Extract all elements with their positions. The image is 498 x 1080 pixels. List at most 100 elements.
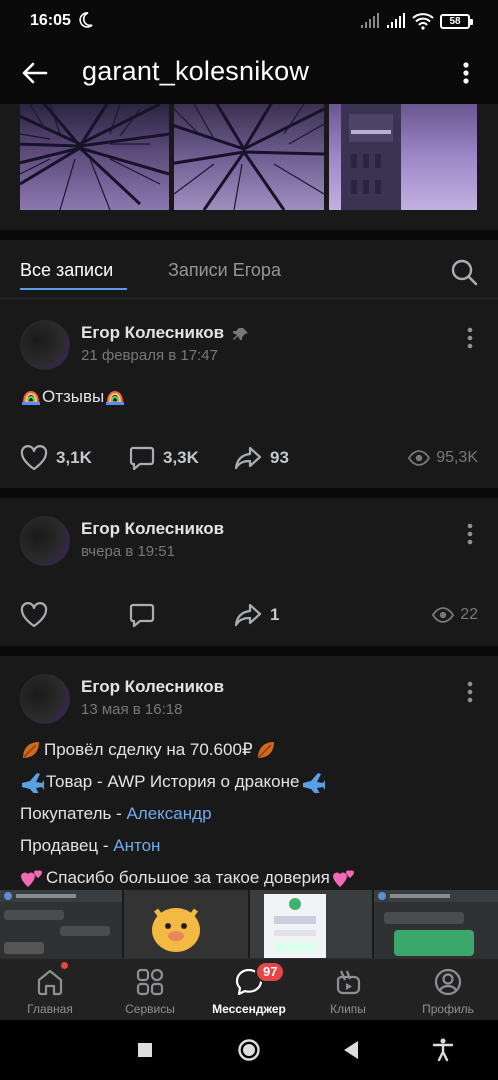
system-navigation-bar <box>0 1020 498 1080</box>
post-author[interactable]: Егор Колесников <box>81 519 224 539</box>
app-bar: garant_kolesnikow <box>0 42 498 104</box>
text-line: Продавец - Антон <box>20 830 356 862</box>
post-author[interactable]: Егор Колесников <box>81 677 224 697</box>
product-line: Товар - AWP История о драконе <box>46 772 300 791</box>
home-circle-icon[interactable] <box>237 1038 261 1062</box>
text-line: Покупатель - Александр <box>20 798 356 830</box>
nav-messenger-label: Мессенджер <box>212 1002 286 1016</box>
signal-icon <box>361 13 379 28</box>
comments-count: 3,3K <box>163 448 199 467</box>
leaf-emoji-icon <box>23 742 39 758</box>
eye-icon <box>408 450 431 466</box>
bottom-navigation: Главная Сервисы Мессенджер 97 Клипы Проф… <box>0 958 498 1020</box>
share-button[interactable]: 93 <box>234 443 289 473</box>
divider <box>0 298 498 299</box>
eye-icon <box>432 607 455 623</box>
notification-dot <box>60 961 69 970</box>
post-attachments <box>0 890 498 960</box>
attachment-thumbnail[interactable] <box>124 890 248 960</box>
nav-profile[interactable]: Профиль <box>398 959 498 1021</box>
nav-home[interactable]: Главная <box>0 959 100 1021</box>
views-counter: 95,3K <box>408 443 478 473</box>
wall-card-pinned: Все записи Записи Егора Егор Колесников … <box>0 240 498 488</box>
post-actions: 1 22 <box>0 600 498 630</box>
two-hearts-emoji-icon <box>332 870 354 887</box>
like-button[interactable] <box>20 600 48 630</box>
rainbow-bell-emoji-icon <box>106 390 125 405</box>
attachment-thumbnail[interactable] <box>374 890 498 960</box>
avatar[interactable] <box>20 320 70 370</box>
leaf-emoji-icon <box>257 742 274 758</box>
seller-link[interactable]: Антон <box>113 836 160 855</box>
nav-services-label: Сервисы <box>125 1002 175 1016</box>
photo-thumbnail[interactable] <box>174 104 324 210</box>
like-button[interactable]: 3,1K <box>20 443 92 473</box>
post-text: Провёл сделку на 70.600₽ Товар - AWP Ист… <box>20 734 356 894</box>
share-button[interactable]: 1 <box>234 600 279 630</box>
comment-icon <box>129 446 155 471</box>
seller-label: Продавец - <box>20 836 114 855</box>
tab-owner-posts[interactable]: Записи Егора <box>168 260 281 281</box>
views-count: 22 <box>460 606 478 623</box>
share-arrow-icon <box>234 446 262 470</box>
likes-count: 3,1K <box>56 448 92 467</box>
post-menu-icon[interactable] <box>460 325 480 351</box>
nav-profile-label: Профиль <box>422 1002 474 1016</box>
back-triangle-icon[interactable] <box>342 1040 360 1060</box>
two-hearts-emoji-icon <box>21 870 42 887</box>
text-line: Товар - AWP История о драконе <box>20 766 356 798</box>
nav-clips[interactable]: Клипы <box>298 959 398 1021</box>
shares-count: 1 <box>270 605 280 624</box>
photo-strip <box>0 104 498 230</box>
views-count: 95,3K <box>436 449 478 466</box>
moon-icon <box>79 12 93 28</box>
back-arrow-icon[interactable] <box>18 56 52 90</box>
comment-icon <box>129 603 155 628</box>
nav-clips-label: Клипы <box>330 1002 366 1016</box>
photo-thumbnail[interactable] <box>20 104 169 210</box>
heart-icon <box>20 602 48 628</box>
avatar[interactable] <box>20 674 70 724</box>
shares-count: 93 <box>270 448 289 467</box>
post-menu-icon[interactable] <box>460 679 480 705</box>
buyer-link[interactable]: Александр <box>126 804 211 823</box>
comment-button[interactable] <box>129 600 155 630</box>
wifi-icon <box>412 13 434 30</box>
attachment-thumbnail[interactable] <box>0 890 122 960</box>
post-author[interactable]: Егор Колесников <box>81 323 224 343</box>
profile-icon <box>434 968 462 996</box>
share-arrow-icon <box>234 603 262 627</box>
page-title: garant_kolesnikow <box>82 56 310 86</box>
attachment-thumbnail[interactable] <box>250 890 372 960</box>
comment-button[interactable]: 3,3K <box>129 443 199 473</box>
services-grid-icon <box>136 968 164 996</box>
accessibility-icon[interactable] <box>432 1038 454 1062</box>
active-tab-indicator <box>20 288 127 290</box>
clips-icon <box>336 970 361 995</box>
rainbow-bell-emoji-icon <box>22 390 40 405</box>
photo-thumbnail[interactable] <box>329 104 477 210</box>
battery-icon: 58 <box>440 14 473 29</box>
post-date: 13 мая в 16:18 <box>81 701 183 718</box>
home-icon <box>37 969 63 996</box>
search-icon[interactable] <box>450 258 478 286</box>
deal-line: Провёл сделку на 70.600₽ <box>44 740 253 759</box>
status-time: 16:05 <box>30 12 71 29</box>
recent-apps-icon[interactable] <box>137 1042 153 1058</box>
buyer-label: Покупатель - <box>20 804 127 823</box>
post-text-body: Отзывы <box>42 387 105 406</box>
post-header: Егор Колесников 21 февраля в 17:47 <box>0 320 498 380</box>
pin-icon <box>233 328 248 340</box>
nav-services[interactable]: Сервисы <box>100 959 200 1021</box>
more-vertical-icon[interactable] <box>456 58 476 88</box>
text-line: Провёл сделку на 70.600₽ <box>20 734 356 766</box>
avatar[interactable] <box>20 516 70 566</box>
wall-post: Егор Колесников вчера в 19:51 1 22 <box>0 498 498 646</box>
post-menu-icon[interactable] <box>460 521 480 547</box>
post-header: Егор Колесников вчера в 19:51 <box>0 516 498 576</box>
post-actions: 3,1K 3,3K 93 95,3K <box>0 443 498 473</box>
airplane-emoji-icon <box>303 773 326 793</box>
airplane-emoji-icon <box>22 773 44 793</box>
tab-all-posts[interactable]: Все записи <box>20 260 113 281</box>
heart-icon <box>20 445 48 471</box>
